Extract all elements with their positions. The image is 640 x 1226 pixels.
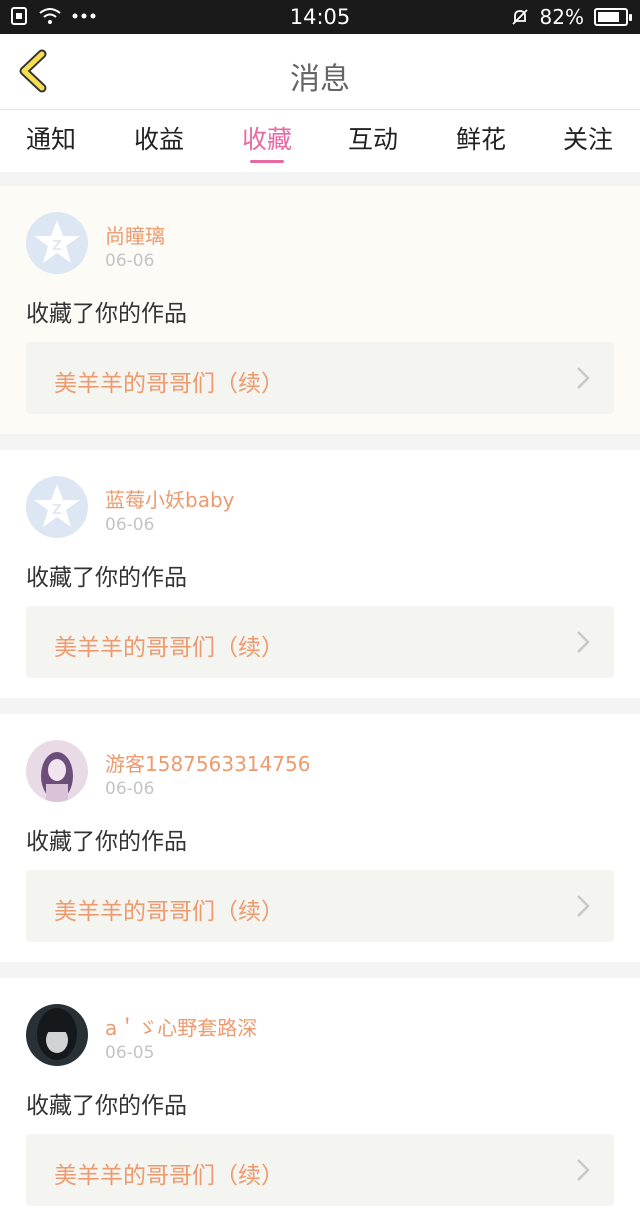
avatar[interactable] bbox=[26, 1004, 88, 1066]
message-date: 06-06 bbox=[105, 515, 155, 535]
user-name[interactable]: 尚瞳璃 bbox=[105, 220, 165, 249]
chevron-right-icon bbox=[577, 895, 590, 917]
chevron-right-icon bbox=[577, 367, 590, 389]
battery-icon bbox=[594, 8, 632, 26]
default-avatar-icon: Z bbox=[34, 220, 80, 263]
tab-earnings[interactable]: 收益 bbox=[119, 120, 199, 156]
message-text: 收藏了你的作品 bbox=[26, 301, 187, 327]
message-text: 收藏了你的作品 bbox=[26, 829, 187, 855]
tab-favorites[interactable]: 收藏 bbox=[227, 120, 307, 163]
status-bar: 14:05 82% bbox=[0, 0, 640, 34]
tab-flowers[interactable]: 鲜花 bbox=[441, 120, 521, 156]
work-title: 美羊羊的哥哥们（续） bbox=[54, 635, 284, 661]
chevron-right-icon bbox=[577, 631, 590, 653]
work-link[interactable]: 美羊羊的哥哥们（续） bbox=[26, 606, 614, 678]
tab-interaction[interactable]: 互动 bbox=[333, 120, 413, 156]
user-name[interactable]: 蓝莓小妖baby bbox=[105, 484, 234, 513]
message-card: 游客1587563314756 06-06 收藏了你的作品 美羊羊的哥哥们（续） bbox=[0, 714, 640, 962]
avatar[interactable] bbox=[26, 740, 88, 802]
svg-text:Z: Z bbox=[52, 501, 61, 518]
default-avatar-icon: Z bbox=[34, 484, 80, 527]
work-link[interactable]: 美羊羊的哥哥们（续） bbox=[26, 1134, 614, 1206]
work-link[interactable]: 美羊羊的哥哥们（续） bbox=[26, 342, 614, 414]
user-photo-icon bbox=[41, 752, 73, 802]
work-title: 美羊羊的哥哥们（续） bbox=[54, 1163, 284, 1189]
message-card: Z 蓝莓小妖baby 06-06 收藏了你的作品 美羊羊的哥哥们（续） bbox=[0, 450, 640, 698]
svg-text:Z: Z bbox=[52, 237, 61, 254]
active-tab-indicator bbox=[250, 160, 284, 163]
message-card: Z 尚瞳璃 06-06 收藏了你的作品 美羊羊的哥哥们（续） bbox=[0, 186, 640, 434]
message-date: 06-06 bbox=[105, 251, 155, 271]
tab-label: 关注 bbox=[562, 125, 613, 154]
tab-notify[interactable]: 通知 bbox=[11, 120, 91, 156]
message-text: 收藏了你的作品 bbox=[26, 1093, 187, 1119]
tab-label: 鲜花 bbox=[455, 125, 506, 154]
user-name[interactable]: a＇ゞ心野套路深 bbox=[105, 1012, 257, 1041]
tab-label: 互动 bbox=[347, 125, 398, 154]
message-date: 06-06 bbox=[105, 779, 155, 799]
chevron-right-icon bbox=[577, 1159, 590, 1181]
avatar[interactable]: Z bbox=[26, 212, 88, 274]
page-title: 消息 bbox=[290, 62, 350, 97]
user-name[interactable]: 游客1587563314756 bbox=[105, 748, 310, 777]
work-link[interactable]: 美羊羊的哥哥们（续） bbox=[26, 870, 614, 942]
tab-label: 收藏 bbox=[241, 125, 292, 154]
avatar[interactable]: Z bbox=[26, 476, 88, 538]
tab-label: 收益 bbox=[133, 125, 184, 154]
battery-percent: 82% bbox=[539, 5, 584, 29]
message-card: a＇ゞ心野套路深 06-05 收藏了你的作品 美羊羊的哥哥们（续） bbox=[0, 978, 640, 1226]
page-header: 消息 bbox=[0, 34, 640, 110]
status-right: 82% bbox=[510, 5, 632, 29]
user-photo-icon bbox=[37, 1008, 77, 1060]
battery-fill bbox=[598, 12, 620, 22]
message-date: 06-05 bbox=[105, 1043, 155, 1063]
tab-bar: 通知 收益 收藏 互动 鲜花 关注 bbox=[0, 110, 640, 172]
mute-bell-icon bbox=[511, 9, 528, 25]
message-text: 收藏了你的作品 bbox=[26, 565, 187, 591]
tab-follow[interactable]: 关注 bbox=[548, 120, 628, 156]
work-title: 美羊羊的哥哥们（续） bbox=[54, 899, 284, 925]
work-title: 美羊羊的哥哥们（续） bbox=[54, 371, 284, 397]
tab-label: 通知 bbox=[25, 125, 76, 154]
